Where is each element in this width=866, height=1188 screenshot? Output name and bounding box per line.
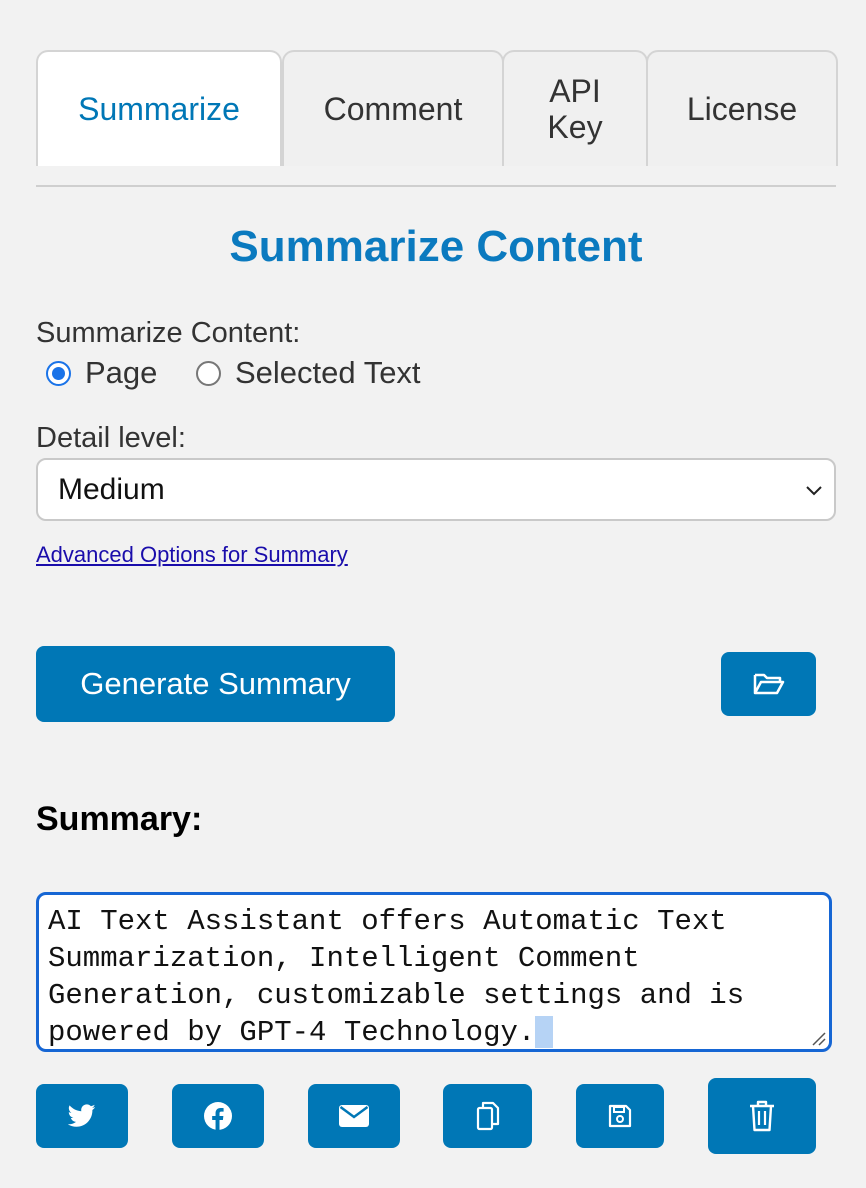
save-button[interactable] — [576, 1084, 664, 1148]
radio-page-circle[interactable] — [46, 360, 71, 386]
detail-level-select[interactable]: Medium — [36, 458, 836, 521]
tab-divider — [36, 185, 836, 187]
open-file-button[interactable] — [721, 652, 816, 716]
tab-bar: Summarize Comment API Key License — [36, 50, 838, 166]
radio-page-label: Page — [85, 355, 158, 390]
tab-api-key[interactable]: API Key — [502, 50, 648, 166]
copy-icon — [476, 1101, 499, 1131]
page-title: Summarize Content — [229, 222, 643, 271]
detail-level-label: Detail level: — [36, 422, 186, 454]
generate-summary-button[interactable]: Generate Summary — [36, 646, 395, 722]
share-facebook-button[interactable] — [172, 1084, 264, 1148]
tab-summarize[interactable]: Summarize — [36, 50, 282, 166]
summary-text: AI Text Assistant offers Automatic Text … — [48, 905, 745, 1049]
trash-icon — [750, 1100, 774, 1132]
content-label: Summarize Content: — [36, 317, 301, 349]
radio-selected-text[interactable]: Selected Text — [196, 355, 421, 390]
radio-selected-text-label: Selected Text — [235, 355, 421, 390]
folder-open-icon — [753, 673, 784, 695]
tab-api-key-label: API Key — [547, 73, 603, 145]
share-email-button[interactable] — [308, 1084, 400, 1148]
text-cursor — [535, 1016, 554, 1049]
tab-comment[interactable]: Comment — [282, 50, 504, 166]
share-twitter-button[interactable] — [36, 1084, 128, 1148]
twitter-icon — [68, 1104, 96, 1127]
facebook-icon — [204, 1102, 232, 1130]
advanced-options-link[interactable]: Advanced Options for Summary — [36, 541, 348, 569]
save-icon — [608, 1104, 632, 1128]
radio-page[interactable]: Page — [46, 355, 158, 390]
detail-level-value: Medium — [58, 472, 165, 506]
envelope-icon — [339, 1105, 369, 1127]
summary-textarea[interactable]: AI Text Assistant offers Automatic Text … — [36, 892, 832, 1052]
chevron-down-icon — [806, 486, 822, 496]
resize-grip-icon[interactable] — [809, 1029, 827, 1047]
radio-selected-text-circle[interactable] — [196, 360, 221, 386]
summary-heading: Summary: — [36, 800, 203, 838]
delete-button[interactable] — [708, 1078, 816, 1154]
copy-button[interactable] — [443, 1084, 532, 1148]
tab-license[interactable]: License — [646, 50, 838, 166]
